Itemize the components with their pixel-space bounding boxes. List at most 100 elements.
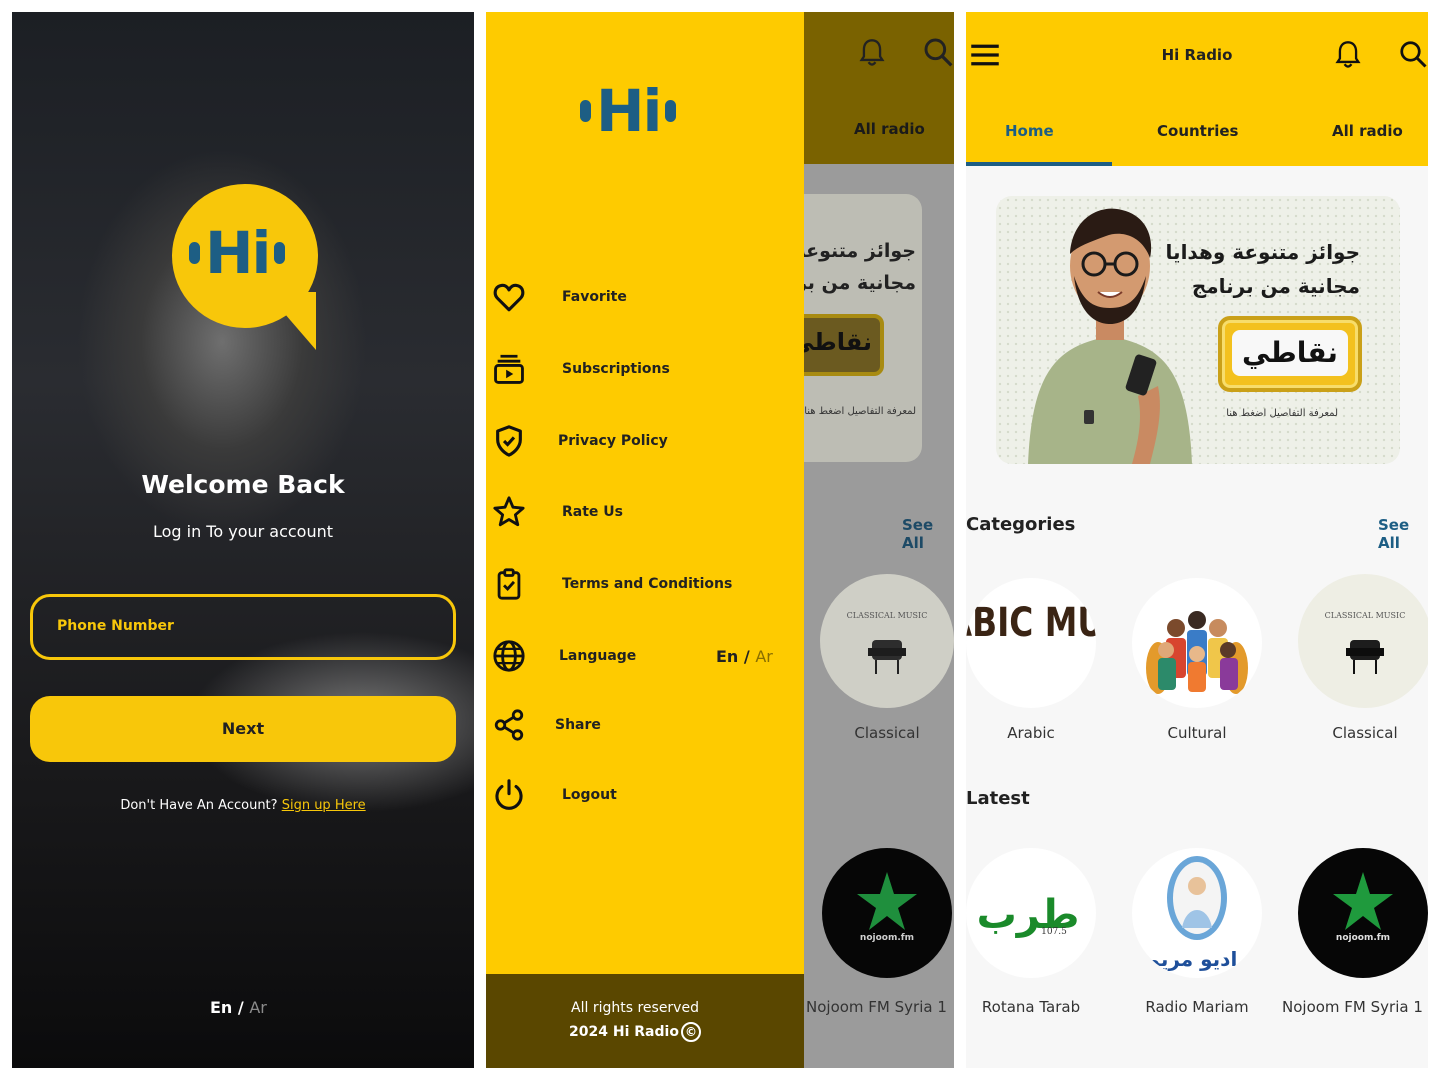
globe-icon bbox=[493, 640, 525, 672]
dimmed-banner-footnote: لمعرفة التفاصيل اضغط هنا bbox=[804, 406, 916, 417]
category-classical-art[interactable]: CLASSICAL MUSIC bbox=[1298, 574, 1428, 708]
station-radio-mariam-art[interactable]: راديو مريم bbox=[1132, 848, 1262, 978]
next-button[interactable]: Next bbox=[30, 696, 456, 762]
dimmed-banner-text-1: جوائز متنوعة وهدايا bbox=[804, 240, 916, 262]
dimmed-nojoom-label: Nojoom FM Syria 1 bbox=[806, 998, 947, 1016]
banner-footnote: لمعرفة التفاصيل اضغط هنا bbox=[1226, 408, 1338, 419]
logo-hi-mark: Hi bbox=[189, 219, 286, 287]
welcome-title: Welcome Back bbox=[141, 470, 345, 499]
drawer-screen: All radio جوائز متنوعة وهدايا مجانية من … bbox=[486, 12, 954, 1068]
dimmed-classical-label: Classical bbox=[854, 724, 920, 742]
heart-icon bbox=[493, 283, 525, 312]
svg-text:CLASSICAL MUSIC: CLASSICAL MUSIC bbox=[847, 611, 928, 620]
navigation-drawer: Hi Favorite Subscriptions Privacy Policy bbox=[486, 12, 804, 1068]
drawer-footer: All rights reserved 2024 Hi Radio © bbox=[486, 974, 804, 1068]
station-label-nojoom: Nojoom FM Syria 1 bbox=[1282, 998, 1423, 1016]
menu-item-favorite[interactable]: Favorite bbox=[486, 272, 804, 322]
banner-badge-text: نقاطي bbox=[1232, 330, 1348, 376]
share-icon bbox=[494, 709, 524, 741]
classical-art-text: CLASSICAL MUSIC bbox=[1325, 611, 1406, 620]
logo-text: Hi bbox=[205, 219, 271, 287]
banner-badge: نقاطي bbox=[1218, 316, 1362, 392]
phone-number-placeholder: Phone Number bbox=[57, 618, 174, 634]
mariam-art-text: راديو مريم bbox=[1145, 947, 1249, 971]
station-label-rotana-tarab: Rotana Tarab bbox=[981, 998, 1081, 1016]
signup-link[interactable]: Sign up Here bbox=[282, 798, 366, 813]
dimmed-banner-badge-text: نقاطي bbox=[804, 328, 872, 356]
home-screen: Hi Radio Home Countries All radio جوائز … bbox=[966, 12, 1428, 1068]
nojoom-art-text: nojoom.fm bbox=[1336, 933, 1390, 943]
menu-item-logout[interactable]: Logout bbox=[486, 770, 804, 820]
svg-text:nojoom.fm: nojoom.fm bbox=[860, 933, 914, 943]
tab-all-radio[interactable]: All radio bbox=[1332, 122, 1403, 140]
search-icon[interactable] bbox=[1398, 38, 1428, 70]
notifications-bell-icon[interactable] bbox=[1334, 40, 1362, 70]
see-all-link[interactable]: See All bbox=[1378, 516, 1428, 552]
dimmed-banner: جوائز متنوعة وهدايا مجانية من برنامج نقا… bbox=[804, 194, 922, 462]
category-arabic-art[interactable]: ARABIC MUSIC bbox=[966, 578, 1096, 708]
tab-countries[interactable]: Countries bbox=[1157, 122, 1238, 140]
drawer-logo-text: Hi bbox=[596, 77, 662, 145]
menu-item-share[interactable]: Share bbox=[486, 700, 804, 750]
dimmed-classical-art: CLASSICAL MUSIC bbox=[820, 574, 954, 708]
active-tab-indicator bbox=[966, 162, 1112, 166]
login-screen: Hi Welcome Back Log in To your account P… bbox=[12, 12, 474, 1068]
lang-separator: / bbox=[237, 998, 244, 1017]
promo-banner[interactable]: جوائز متنوعة وهدايا مجانية من برنامج نقا… bbox=[996, 196, 1400, 464]
top-app-bar bbox=[966, 12, 1428, 166]
station-rotana-tarab-art[interactable]: طرب 107.5 bbox=[966, 848, 1096, 978]
clipboard-check-icon bbox=[497, 568, 521, 600]
menu-label-terms: Terms and Conditions bbox=[562, 576, 733, 592]
station-label-radio-mariam: Radio Mariam bbox=[1145, 998, 1249, 1016]
no-account-text: Don't Have An Account? bbox=[120, 798, 278, 813]
menu-label-language: Language bbox=[559, 648, 637, 664]
drawer-lang-separator: / bbox=[743, 646, 750, 666]
banner-headline-1: جوائز متنوعة وهدايا bbox=[1165, 240, 1360, 264]
dimmed-app-header bbox=[804, 12, 954, 164]
category-cultural-art[interactable] bbox=[1132, 578, 1262, 708]
menu-label-share: Share bbox=[555, 717, 601, 733]
menu-label-favorite: Favorite bbox=[562, 289, 627, 305]
menu-label-rate-us: Rate Us bbox=[562, 504, 623, 520]
welcome-subtitle: Log in To your account bbox=[152, 522, 334, 541]
category-label-arabic: Arabic bbox=[1007, 724, 1055, 742]
tab-home[interactable]: Home bbox=[1005, 122, 1054, 140]
menu-label-privacy-policy: Privacy Policy bbox=[558, 433, 668, 449]
menu-item-rate-us[interactable]: Rate Us bbox=[486, 487, 804, 537]
copyright-icon: © bbox=[680, 1022, 701, 1042]
menu-item-privacy-policy[interactable]: Privacy Policy bbox=[486, 416, 804, 466]
rotana-art-freq: 107.5 bbox=[1041, 927, 1067, 937]
menu-item-subscriptions[interactable]: Subscriptions bbox=[486, 344, 804, 394]
banner-person-illustration bbox=[1028, 208, 1192, 464]
language-switch[interactable]: En / Ar bbox=[210, 998, 267, 1017]
drawer-lang-ar-option[interactable]: Ar bbox=[755, 647, 773, 666]
menu-item-terms[interactable]: Terms and Conditions bbox=[486, 559, 804, 609]
dimmed-banner-badge: نقاطي bbox=[804, 314, 884, 376]
menu-label-logout: Logout bbox=[562, 787, 617, 803]
menu-item-language[interactable]: Language En / Ar bbox=[486, 631, 804, 681]
drawer-logo: Hi bbox=[580, 77, 677, 145]
category-label-cultural: Cultural bbox=[1167, 724, 1227, 742]
footer-copyright-text: 2024 Hi Radio bbox=[569, 1024, 679, 1040]
signup-prompt: Don't Have An Account? Sign up Here bbox=[12, 798, 474, 813]
categories-title: Categories bbox=[966, 514, 1076, 535]
phone-number-input[interactable]: Phone Number bbox=[30, 594, 456, 660]
logo-bubble-tail bbox=[266, 292, 316, 350]
latest-title: Latest bbox=[966, 788, 1030, 809]
footer-copyright: 2024 Hi Radio © bbox=[486, 1022, 784, 1042]
dimmed-see-all: See All bbox=[902, 516, 934, 552]
subscriptions-icon bbox=[494, 354, 524, 384]
drawer-language-switch[interactable]: En / Ar bbox=[716, 647, 773, 666]
lang-en-option[interactable]: En bbox=[210, 998, 232, 1017]
arabic-art-text: ARABIC MUSIC bbox=[966, 599, 1096, 646]
drawer-lang-en-option[interactable]: En bbox=[716, 647, 738, 666]
lang-ar-option[interactable]: Ar bbox=[249, 998, 267, 1017]
dimmed-tab-all-radio: All radio bbox=[854, 120, 925, 138]
power-icon bbox=[495, 779, 523, 810]
bell-icon bbox=[859, 39, 885, 66]
star-icon bbox=[493, 496, 525, 527]
search-icon bbox=[924, 38, 953, 67]
menu-label-subscriptions: Subscriptions bbox=[562, 361, 670, 377]
dimmed-banner-text-2: مجانية من برنامج bbox=[804, 272, 916, 294]
station-nojoom-art[interactable]: nojoom.fm bbox=[1298, 848, 1428, 978]
